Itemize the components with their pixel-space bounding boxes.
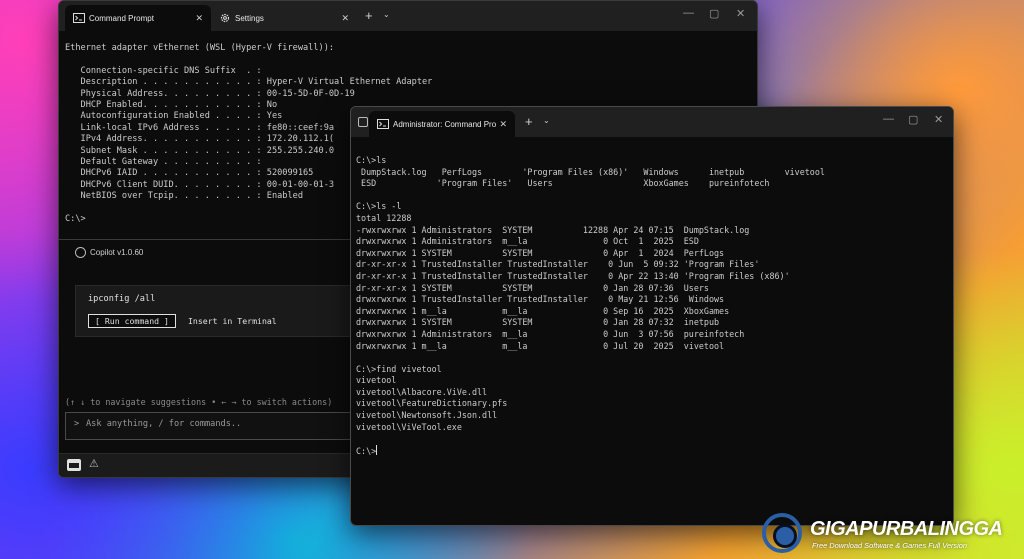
terminal-toggle-icon[interactable]	[67, 459, 81, 471]
copilot-icon	[75, 247, 86, 258]
terminal-line: drwxrwxrwx 1 Administrators m__la 0 Oct …	[356, 236, 699, 247]
tab-label: Settings	[235, 13, 264, 23]
terminal-line: C:\>find vivetool	[356, 363, 442, 374]
terminal-line: vivetool\ViVeTool.exe	[356, 421, 462, 432]
terminal-line: vivetool\Newtonsoft.Json.dll	[356, 410, 498, 421]
logo-title: GIGAPURBALINGGA	[810, 518, 1003, 540]
minimize-button[interactable]: —	[683, 7, 694, 19]
terminal-line: Connection-specific DNS Suffix . :	[65, 65, 262, 76]
logo-mark-icon	[762, 513, 802, 553]
terminal-icon	[377, 119, 389, 129]
logo-subtitle: Free Download Software & Games Full Vers…	[812, 541, 967, 550]
terminal-line: dr-xr-xr-x 1 TrustedInstaller TrustedIns…	[356, 270, 790, 281]
tab-bar: Command Prompt ✕ Settings ✕ + ⌄ — ▢ ✕	[59, 1, 757, 31]
terminal-line: vivetool	[356, 375, 397, 386]
warning-icon[interactable]: ⚠	[89, 457, 99, 470]
insert-in-terminal-button[interactable]: Insert in Terminal	[188, 316, 277, 326]
run-command-button[interactable]: [ Run command ]	[88, 314, 176, 328]
terminal-line: -rwxrwxrwx 1 Administrators SYSTEM 12288…	[356, 224, 750, 235]
tab-dropdown-button[interactable]: ⌄	[543, 116, 550, 125]
terminal-line: drwxrwxrwx 1 m__la m__la 0 Sep 16 2025 X…	[356, 305, 730, 316]
watermark-logo: GIGAPURBALINGGA Free Download Software &…	[760, 510, 1024, 559]
close-tab-icon[interactable]: ✕	[341, 13, 349, 24]
navigation-hint: (↑ ↓ to navigate suggestions • ← → to sw…	[65, 397, 333, 407]
close-tab-icon[interactable]: ✕	[499, 119, 507, 130]
new-tab-button[interactable]: +	[525, 114, 533, 129]
tab-command-prompt[interactable]: Command Prompt ✕	[65, 5, 211, 31]
terminal-line: drwxrwxrwx 1 m__la m__la 0 Jul 20 2025 v…	[356, 340, 725, 351]
prompt-symbol: >	[74, 419, 80, 429]
terminal-line: dr-xr-xr-x 1 TrustedInstaller TrustedIns…	[356, 259, 760, 270]
terminal-line: Ethernet adapter vEthernet (WSL (Hyper-V…	[65, 43, 335, 53]
terminal-line: vivetool\FeatureDictionary.pfs	[356, 398, 508, 409]
suggested-command: ipconfig /all	[88, 294, 156, 304]
tab-label: Command Prompt	[89, 13, 154, 23]
tab-bar: Administrator: Command Pro ✕ + ⌄ — ▢ ✕	[351, 107, 953, 137]
terminal-line: C:\>ls -l	[356, 201, 402, 212]
copilot-title-label: Copilot v1.0.60	[90, 248, 144, 257]
close-tab-icon[interactable]: ✕	[195, 13, 203, 24]
maximize-button[interactable]: ▢	[709, 7, 719, 20]
terminal-line: dr-xr-xr-x 1 SYSTEM SYSTEM 0 Jan 28 07:3…	[356, 282, 709, 293]
ask-input-placeholder: Ask anything, / for commands..	[86, 419, 242, 429]
admin-command-prompt-window: Administrator: Command Pro ✕ + ⌄ — ▢ ✕ C…	[350, 106, 954, 526]
text-cursor	[376, 444, 378, 455]
minimize-button[interactable]: —	[883, 113, 894, 125]
gear-icon	[219, 13, 231, 23]
terminal-line: Description . . . . . . . . . . . : Hype…	[65, 77, 433, 88]
copilot-title: Copilot v1.0.60	[75, 247, 143, 258]
terminal-line: drwxrwxrwx 1 TrustedInstaller TrustedIns…	[356, 294, 725, 305]
terminal-line: C:\>ls	[356, 155, 387, 165]
terminal-output[interactable]: C:\>ls DumpStack.log PerfLogs 'Program F…	[356, 155, 825, 457]
terminal-line: drwxrwxrwx 1 SYSTEM SYSTEM 0 Jan 28 07:3…	[356, 317, 720, 328]
terminal-line: total 12288	[356, 212, 412, 223]
tab-label: Administrator: Command Pro	[393, 119, 497, 129]
close-button[interactable]: ✕	[934, 113, 943, 126]
tab-dropdown-button[interactable]: ⌄	[383, 10, 390, 19]
terminal-line: C:\>	[356, 444, 378, 456]
tab-settings[interactable]: Settings ✕	[211, 5, 357, 31]
terminal-line: Physical Address. . . . . . . . . : 00-1…	[65, 88, 355, 99]
terminal-line: DumpStack.log PerfLogs 'Program Files (x…	[356, 166, 825, 177]
terminal-line: vivetool\Albacore.ViVe.dll	[356, 386, 488, 397]
tab-administrator-command-prompt[interactable]: Administrator: Command Pro ✕	[369, 111, 515, 137]
pane-icon[interactable]	[358, 117, 368, 127]
close-button[interactable]: ✕	[736, 7, 745, 20]
terminal-line: ESD 'Program Files' Users XboxGames pure…	[356, 178, 770, 189]
ask-input[interactable]: > Ask anything, / for commands..	[65, 412, 367, 440]
new-tab-button[interactable]: +	[365, 8, 373, 23]
terminal-line: drwxrwxrwx 1 Administrators m__la 0 Jun …	[356, 328, 745, 339]
maximize-button[interactable]: ▢	[908, 113, 918, 126]
terminal-icon	[73, 13, 85, 23]
terminal-line: drwxrwxrwx 1 SYSTEM SYSTEM 0 Apr 1 2024 …	[356, 247, 725, 258]
